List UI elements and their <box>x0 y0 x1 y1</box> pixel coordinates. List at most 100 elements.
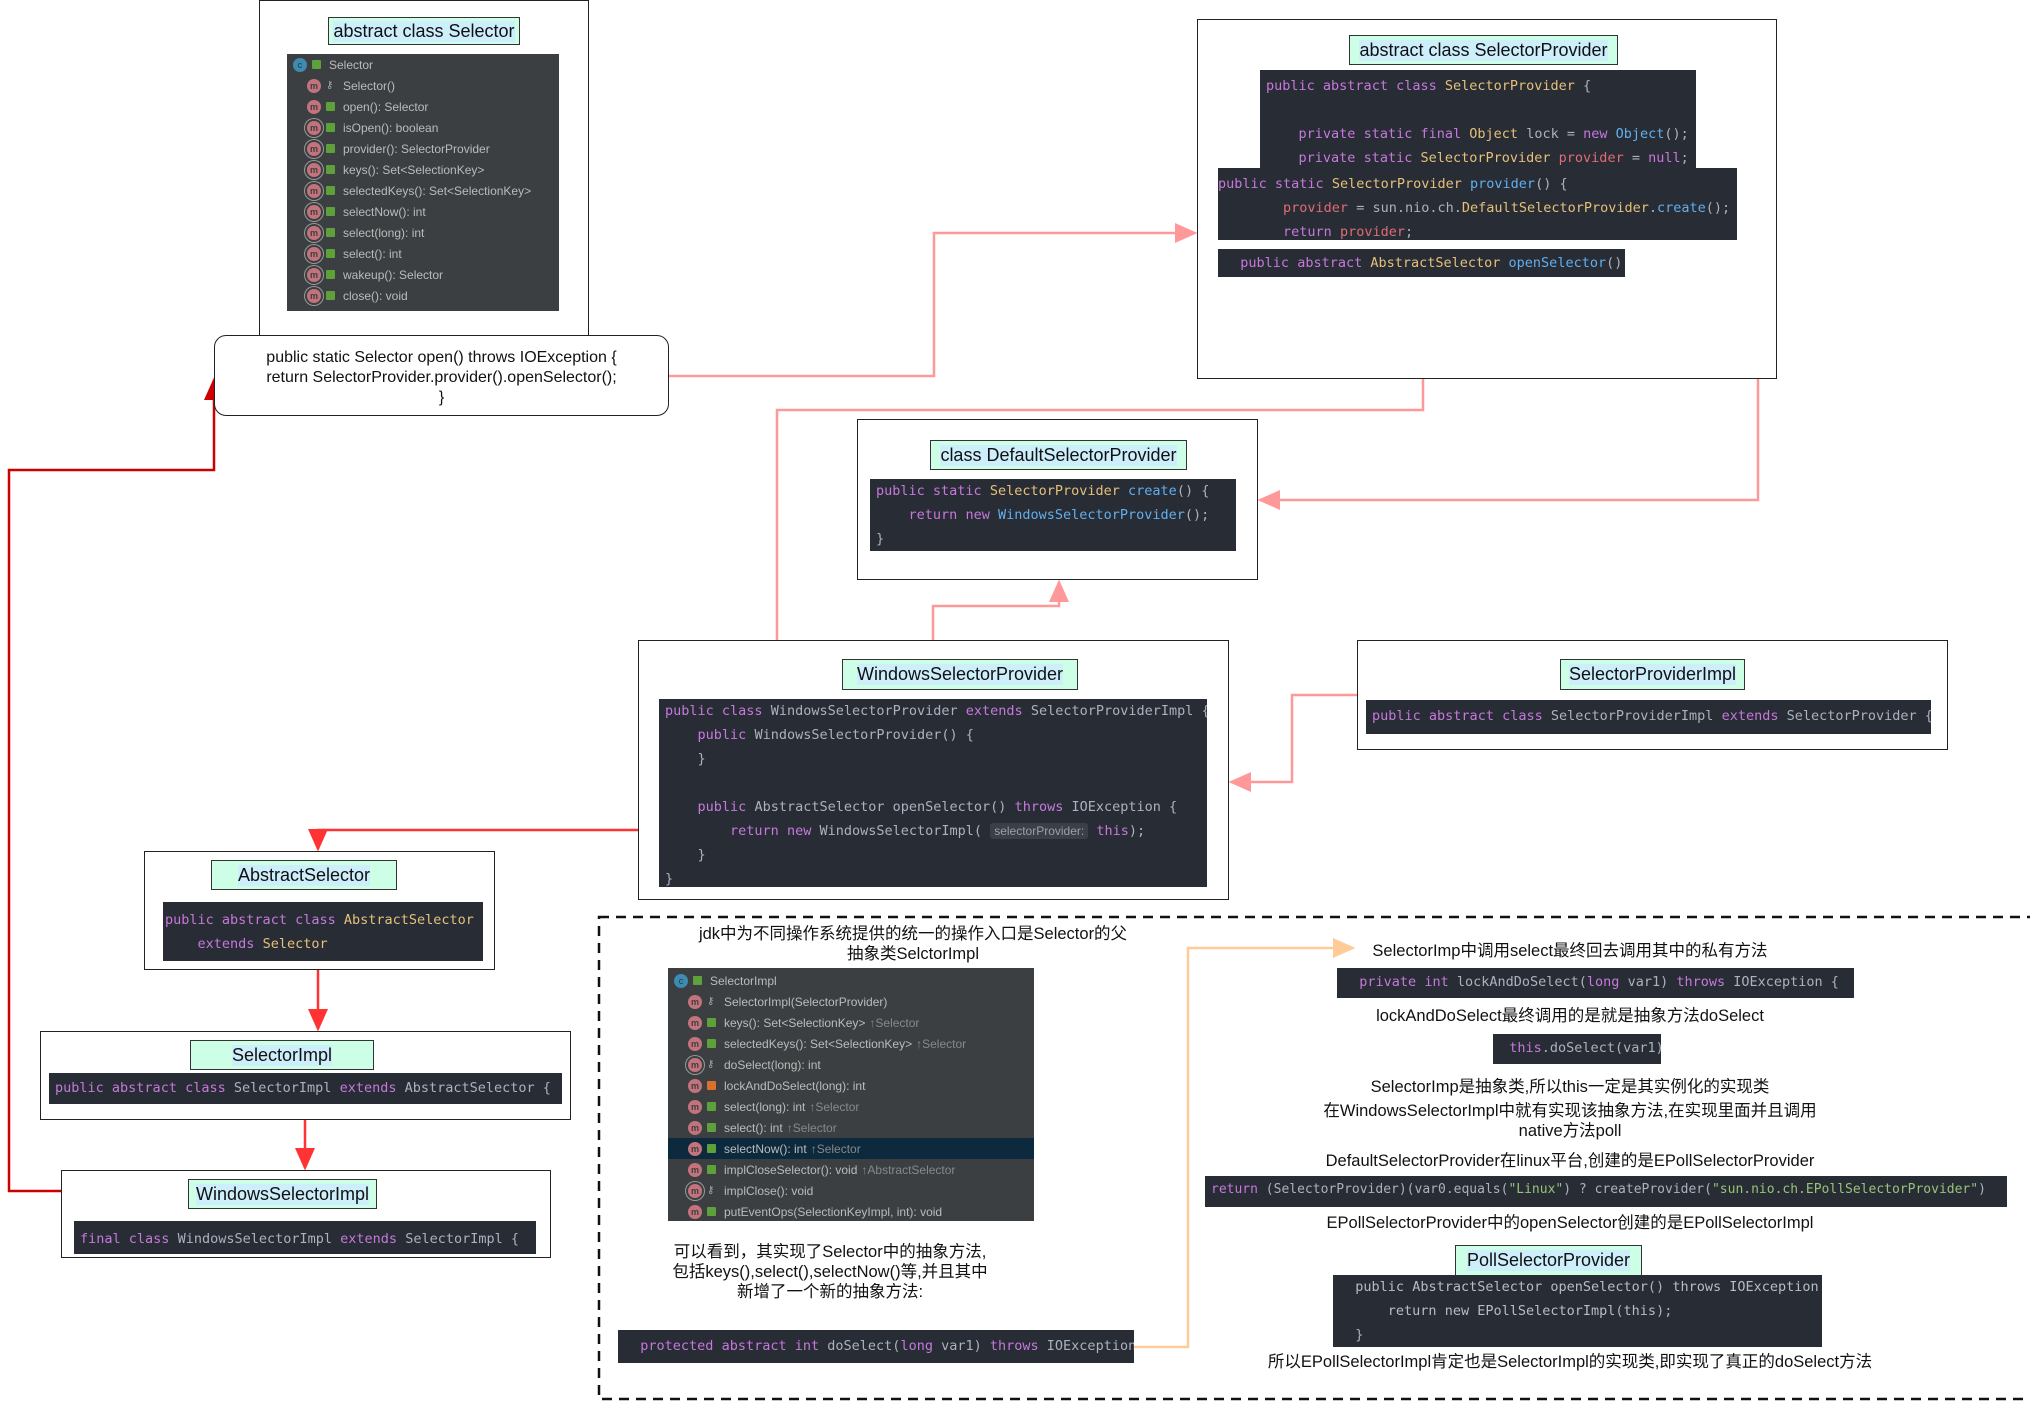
abstract-method-icon: m <box>307 288 321 303</box>
structure-item[interactable]: m keys(): Set<SelectionKey> ↑Selector <box>668 1012 1034 1033</box>
selector-impl-title-text: SelectorImpl <box>231 1044 333 1066</box>
note-line: native方法poll <box>1518 1122 1622 1140</box>
abstract-method-icon: m <box>307 120 321 135</box>
lock-and-do-select-code: private int lockAndDoSelect(long var1) t… <box>1337 968 1854 998</box>
code-line: return new WindowsSelectorProvider(); <box>908 507 1210 523</box>
selector-title-text: abstract class Selector <box>333 20 515 42</box>
linux-return-code: return (SelectorProvider)(var0.equals("L… <box>1205 1176 2007 1207</box>
code-line: public abstract AbstractSelector openSel… <box>1240 255 1623 271</box>
note-line: 抽象类SelctorImpl <box>846 945 980 963</box>
selector-provider-title: abstract class SelectorProvider <box>1349 35 1618 65</box>
code-line: public static SelectorProvider provider(… <box>1218 176 1568 192</box>
method-icon: m <box>307 78 321 93</box>
selector-impl-code: public abstract class SelectorImpl exten… <box>49 1073 562 1104</box>
code-line: private static SelectorProvider provider… <box>1298 150 1689 166</box>
windows-impl-note: 在WindowsSelectorImpl中就有实现该抽象方法,在实现里面并且调用… <box>1220 1101 1920 1141</box>
structure-item[interactable]: m lockAndDoSelect(long): int <box>668 1075 1034 1096</box>
structure-item[interactable]: m provider(): SelectorProvider <box>287 138 559 159</box>
public-lock-icon <box>693 976 702 985</box>
arrow-windows-provider-to-default <box>931 579 1069 640</box>
structure-item-label: close(): void <box>343 288 408 303</box>
structure-item[interactable]: m isOpen(): boolean <box>287 117 559 138</box>
arrow-provider-impl-to-windows-provider <box>1228 693 1357 792</box>
abstract-selector-title: AbstractSelector <box>211 860 397 890</box>
poll-open-selector-code: public AbstractSelector openSelector() t… <box>1333 1275 1822 1347</box>
key-access-icon: ⚷ <box>707 996 715 1007</box>
epoll-open-note: EPollSelectorProvider中的openSelector创建的是E… <box>1326 1214 1814 1232</box>
method-icon: m <box>688 1141 702 1156</box>
structure-header[interactable]: c Selector <box>287 54 559 75</box>
jdk-entry-note: jdk中为不同操作系统提供的统一的操作入口是Selector的父 抽象类Selc… <box>668 924 1158 964</box>
open-method-code[interactable]: public static Selector open() throws IOE… <box>214 335 669 416</box>
public-access-icon <box>707 1039 716 1048</box>
note-line: jdk中为不同操作系统提供的统一的操作入口是Selector的父 <box>698 925 1128 943</box>
code-line: } <box>665 751 706 767</box>
key-access-icon: ⚷ <box>707 1185 715 1196</box>
windows-selector-impl-title-text: WindowsSelectorImpl <box>195 1183 370 1205</box>
structure-item[interactable]: m select(long): int <box>287 222 559 243</box>
code-line: public static SelectorProvider create() … <box>876 483 1210 499</box>
structure-item[interactable]: m selectNow(): int ↑Selector <box>668 1138 1034 1159</box>
structure-item[interactable]: m select(): int ↑Selector <box>668 1117 1034 1138</box>
public-access-icon <box>707 1123 716 1132</box>
structure-item[interactable]: m select(): int <box>287 243 559 264</box>
structure-header-label: Selector <box>329 57 374 72</box>
abstract-method-icon: m <box>307 246 321 261</box>
structure-item[interactable]: m ⚷ SelectorImpl(SelectorProvider) <box>668 991 1034 1012</box>
structure-item[interactable]: m close(): void <box>287 285 559 306</box>
abstract-class-note: SelectorImp是抽象类,所以this一定是其实例化的实现类 <box>1370 1078 1770 1096</box>
default-selector-provider-title-text: class DefaultSelectorProvider <box>940 444 1177 466</box>
selector-provider-fields-code: public abstract class SelectorProvider {… <box>1260 70 1696 168</box>
selector-provider-open-selector-code: public abstract AbstractSelector openSel… <box>1218 249 1625 277</box>
public-lock-icon <box>312 60 321 69</box>
windows-selector-impl-title: WindowsSelectorImpl <box>188 1179 377 1209</box>
structure-item-label: keys(): Set<SelectionKey> <box>343 162 485 177</box>
abstract-method-icon: m <box>688 1183 702 1198</box>
poll-selector-provider-title-text: PollSelectorProvider <box>1466 1250 1631 1271</box>
structure-item[interactable]: m putEventOps(SelectionKeyImpl, int): voi… <box>668 1201 1034 1222</box>
code-line: return (SelectorProvider)(var0.equals("L… <box>1211 1182 1986 1197</box>
structure-item[interactable]: m select(long): int ↑Selector <box>668 1096 1034 1117</box>
structure-item[interactable]: m ⚷ doSelect(long): int <box>668 1054 1034 1075</box>
arrow-open-to-provider <box>669 223 1198 378</box>
code-line: public abstract class AbstractSelector <box>165 912 474 928</box>
this-do-select-code: this.doSelect(var1); <box>1493 1034 1661 1064</box>
windows-selector-provider-code: public class WindowsSelectorProvider ext… <box>659 699 1207 887</box>
structure-header[interactable]: c SelectorImpl <box>668 970 1034 991</box>
windows-selector-provider-title: WindowsSelectorProvider <box>842 659 1078 690</box>
selector-provider-impl-code: public abstract class SelectorProviderIm… <box>1366 700 1931 734</box>
code-line: public AbstractSelector openSelector() t… <box>697 799 1178 815</box>
structure-item[interactable]: m ⚷ implClose(): void <box>668 1180 1034 1201</box>
structure-item[interactable]: m open(): Selector <box>287 96 559 117</box>
structure-header-label: SelectorImpl <box>710 973 777 988</box>
structure-item-label: selectedKeys(): Set<SelectionKey> <box>724 1036 913 1051</box>
open-code-line: } <box>438 389 445 406</box>
windows-selector-provider-title-text: WindowsSelectorProvider <box>856 664 1064 685</box>
structure-item[interactable]: m selectedKeys(): Set<SelectionKey> <box>287 180 559 201</box>
default-selector-provider-title: class DefaultSelectorProvider <box>930 440 1187 470</box>
public-access-icon <box>707 1144 716 1153</box>
code-line: provider = sun.nio.ch.DefaultSelectorPro… <box>1283 200 1731 216</box>
structure-item[interactable]: m keys(): Set<SelectionKey> <box>287 159 559 180</box>
select-calls-note: SelectorImp中调用select最终回去调用其中的私有方法 <box>1372 942 1768 960</box>
private-access-icon <box>707 1081 716 1090</box>
structure-item[interactable]: m implCloseSelector(): void ↑AbstractSelec… <box>668 1159 1034 1180</box>
abstract-method-icon: m <box>307 267 321 282</box>
method-icon: m <box>688 1015 702 1030</box>
structure-item-label: implClose(): void <box>724 1183 814 1198</box>
structure-item[interactable]: m wakeup(): Selector <box>287 264 559 285</box>
public-access-icon <box>707 1207 716 1216</box>
code-line: protected abstract int doSelect(long var… <box>640 1338 1134 1354</box>
inherited-from-label: ↑Selector <box>809 1099 860 1114</box>
structure-item[interactable]: m selectedKeys(): Set<SelectionKey> ↑Selec… <box>668 1033 1034 1054</box>
method-icon: m <box>688 1078 702 1093</box>
structure-item-label: select(): int <box>724 1120 783 1135</box>
windows-selector-impl-code: final class WindowsSelectorImpl extends … <box>74 1221 536 1254</box>
note-line: 在WindowsSelectorImpl中就有实现该抽象方法,在实现里面并且调用 <box>1323 1102 1817 1120</box>
structure-item[interactable]: m ⚷ Selector() <box>287 75 559 96</box>
code-line: } <box>665 871 674 887</box>
lock-calls-note: lockAndDoSelect最终调用的是就是抽象方法doSelect <box>1376 1007 1764 1025</box>
open-code-line: public static Selector open() throws IOE… <box>266 349 617 366</box>
structure-item[interactable]: m selectNow(): int <box>287 201 559 222</box>
public-access-icon <box>326 123 335 132</box>
